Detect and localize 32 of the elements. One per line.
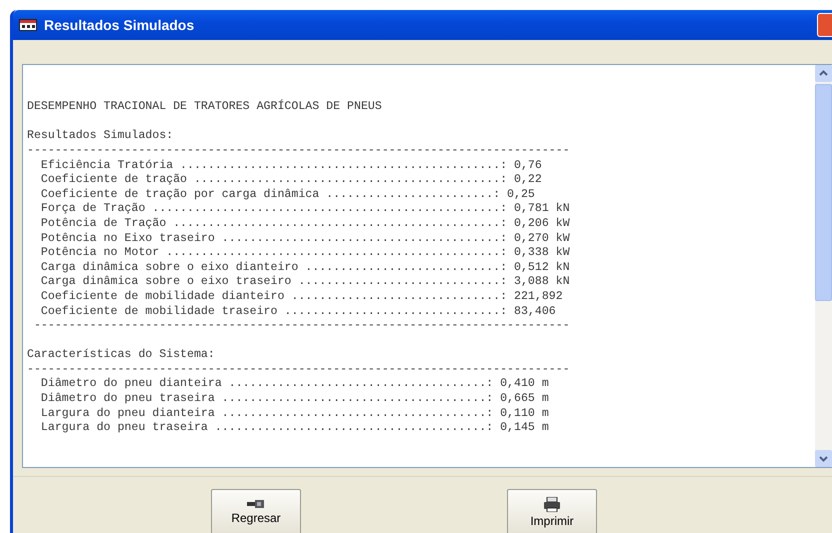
back-button[interactable]: Regresar [211,489,301,533]
report-line: ------------------------------------------------------------------------------ [27,144,571,159]
close-button[interactable] [817,13,832,37]
report-line: Carga dinâmica sobre o eixo traseiro .............................: 3,088 kN [40,275,571,290]
report-line: Força de Tração ..................................................: 0,781 kN [40,202,571,217]
report-line: Coeficiente de mobilidade dianteiro ..............................: 221,892 [40,290,564,304]
print-button[interactable]: Imprimir [507,489,597,533]
report-line: Diâmetro do pneu traseira ......................................: 0,665 m [40,392,550,407]
report-line: ------------------------------------------------------------------------------ [27,362,571,378]
window-icon [19,19,37,31]
report-line: Largura do pneu traseira .......................................: 0,145 m [40,421,550,436]
report-line: Características do Sistema: [27,348,216,363]
report-line: Diâmetro do pneu dianteira .....................................: 0,410 m [40,377,550,392]
scroll-down-icon[interactable] [815,450,832,467]
report-line: Potência de Tração ...............................................: 0,206 kW [40,216,571,232]
window-title: Resultados Simulados [44,17,194,33]
printer-icon [543,496,561,512]
report-line: Resultados Simulados: [27,129,174,144]
report-line: Coeficiente de tração por carga dinâmica ........................: 0,25 [40,188,536,202]
report-line: ----------------------------------------------------------------------------- [32,319,571,334]
scroll-thumb[interactable] [815,84,832,301]
report-line: Potência no Motor ................................................: 0,338 kW [40,246,571,261]
report-line: Largura do pneu dianteira ......................................: 0,110 m [40,406,550,422]
report-line: Eficiência Tratória ..............................................: 0,76 [40,158,543,174]
report-line: DESEMPENHO TRACIONAL DE TRATORES AGRÍCOLAS DE PNEUS [27,100,383,115]
report-line: Coeficiente de tração ............................................: 0,22 [40,173,543,188]
scroll-up-icon[interactable] [815,65,832,82]
plug-icon [247,499,265,509]
report-line: Potência no Eixo traseiro ........................................: 0,270 kW [40,232,571,246]
report-line: Coeficiente de mobilidade traseiro ...............................: 83,406 [40,304,557,320]
report-line: Carga dinâmica sobre o eixo dianteiro ............................: 0,512 kN [40,260,571,276]
scrollbar[interactable] [815,65,832,467]
